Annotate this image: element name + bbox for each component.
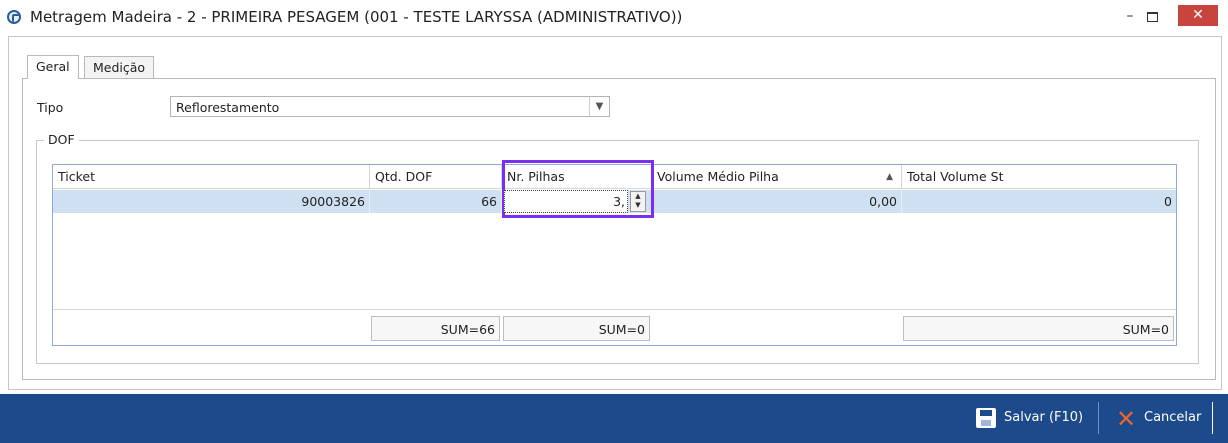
sum-total-volume-st: SUM=0 — [903, 316, 1174, 341]
column-header-qtd-dof[interactable]: Qtd. DOF — [370, 165, 502, 189]
save-label: Salvar (F10) — [1004, 410, 1084, 425]
close-x-icon: ✕ — [1116, 405, 1137, 433]
floppy-disk-icon — [976, 408, 996, 428]
action-separator — [1098, 402, 1099, 434]
cell-volume-medio-pilha[interactable]: 0,00 — [652, 190, 902, 213]
cell-qtd-dof[interactable]: 66 — [370, 190, 502, 213]
sum-nr-pilhas: SUM=0 — [503, 316, 650, 341]
grid-footer-divider — [53, 309, 1176, 310]
tipo-label: Tipo — [37, 100, 64, 115]
column-header-total-volume-st[interactable]: Total Volume St — [902, 165, 1176, 189]
action-separator-right — [1212, 402, 1213, 434]
sort-ascending-icon: ▲ — [886, 172, 893, 182]
dof-legend: DOF — [44, 132, 79, 147]
cell-ticket[interactable]: 90003826 — [53, 190, 370, 213]
chevron-down-icon[interactable]: ▼ — [589, 97, 609, 116]
column-header-volume-medio-pilha[interactable]: Volume Médio Pilha ▲ — [652, 165, 902, 189]
close-button[interactable]: ✕ — [1178, 5, 1218, 26]
tab-geral[interactable]: Geral — [27, 55, 79, 79]
column-header-label: Volume Médio Pilha — [657, 169, 779, 184]
spin-stepper[interactable]: ▲ ▼ — [630, 191, 646, 212]
nr-pilhas-input[interactable]: 3, — [504, 190, 628, 213]
spin-up-icon[interactable]: ▲ — [631, 192, 645, 201]
minimize-button[interactable]: – — [1120, 6, 1140, 26]
tipo-value: Reflorestamento — [176, 100, 280, 115]
sum-qtd-dof: SUM=66 — [371, 316, 500, 341]
maximize-button[interactable] — [1147, 12, 1158, 22]
spin-down-icon[interactable]: ▼ — [631, 201, 645, 210]
cancel-label: Cancelar — [1144, 410, 1202, 425]
column-header-ticket[interactable]: Ticket — [53, 165, 370, 189]
window-title: Metragem Madeira - 2 - PRIMEIRA PESAGEM … — [30, 8, 683, 26]
app-logo-icon — [7, 10, 21, 24]
cell-total-volume-st[interactable]: 0 — [902, 190, 1176, 213]
tipo-select[interactable]: Reflorestamento ▼ — [170, 96, 610, 117]
tab-medicao[interactable]: Medição — [84, 56, 155, 78]
